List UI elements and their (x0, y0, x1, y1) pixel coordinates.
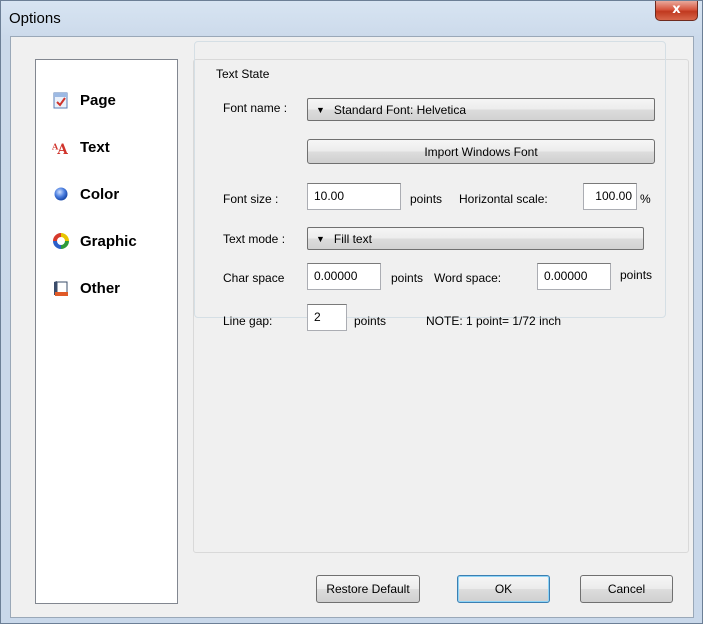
font-name-label: Font name : (223, 101, 288, 115)
sidebar-item-color[interactable]: Color (52, 182, 172, 206)
font-name-dropdown[interactable]: ▼ Standard Font: Helvetica (307, 98, 655, 121)
title-bar: Options x (1, 1, 702, 35)
chevron-down-icon: ▼ (316, 104, 325, 115)
chevron-down-icon: ▼ (316, 233, 325, 244)
sidebar-item-label: Graphic (80, 232, 137, 250)
options-dialog: Options x Page A A Text Color Graphic Ot… (0, 0, 703, 624)
line-gap-unit: points (354, 314, 387, 328)
svg-text:A: A (56, 142, 68, 156)
text-icon: A A (52, 138, 70, 156)
sidebar-item-label: Page (80, 91, 116, 109)
horizontal-scale-label: Horizontal scale: (459, 192, 548, 206)
text-mode-label: Text mode : (223, 232, 286, 246)
word-space-field[interactable]: 0.00000 (537, 263, 611, 290)
group-title: Text State (213, 67, 273, 81)
char-space-field[interactable]: 0.00000 (307, 263, 381, 290)
font-size-label: Font size : (223, 192, 279, 206)
font-size-field[interactable]: 10.00 (307, 183, 401, 210)
point-note: NOTE: 1 point= 1/72 inch (426, 314, 562, 328)
sidebar-item-label: Other (80, 279, 121, 297)
sidebar-item-text[interactable]: A A Text (52, 135, 172, 159)
word-space-label: Word space: (434, 271, 502, 285)
sidebar-item-other[interactable]: Other (52, 276, 172, 300)
other-icon (52, 279, 70, 297)
char-space-label: Char space (223, 271, 285, 285)
color-icon (52, 185, 70, 203)
horizontal-scale-field[interactable]: 100.00 (583, 183, 637, 210)
window-title: Options (9, 10, 61, 27)
line-gap-field[interactable]: 2 (307, 304, 347, 331)
close-button[interactable]: x (655, 1, 698, 21)
cancel-button[interactable]: Cancel (580, 575, 673, 603)
line-gap-label: Line gap: (223, 314, 273, 328)
sidebar-item-graphic[interactable]: Graphic (52, 229, 172, 253)
ok-button[interactable]: OK (457, 575, 550, 603)
restore-default-button[interactable]: Restore Default (316, 575, 420, 603)
font-size-unit: points (410, 192, 443, 206)
import-windows-font-button[interactable]: Import Windows Font (307, 139, 655, 164)
text-mode-dropdown[interactable]: ▼ Fill text (307, 227, 644, 250)
sidebar-item-label: Text (80, 138, 110, 156)
horizontal-scale-unit: % (640, 192, 651, 206)
char-space-unit: points (391, 271, 424, 285)
page-icon (52, 91, 70, 109)
text-mode-value: Fill text (333, 231, 372, 246)
sidebar-item-page[interactable]: Page (52, 88, 172, 112)
category-list: Page A A Text Color Graphic Other (35, 59, 178, 604)
sidebar-item-label: Color (80, 185, 120, 203)
close-icon: x (672, 2, 681, 17)
word-space-unit: points (620, 268, 653, 282)
graphic-icon (52, 232, 70, 250)
font-name-value: Standard Font: Helvetica (333, 102, 466, 117)
